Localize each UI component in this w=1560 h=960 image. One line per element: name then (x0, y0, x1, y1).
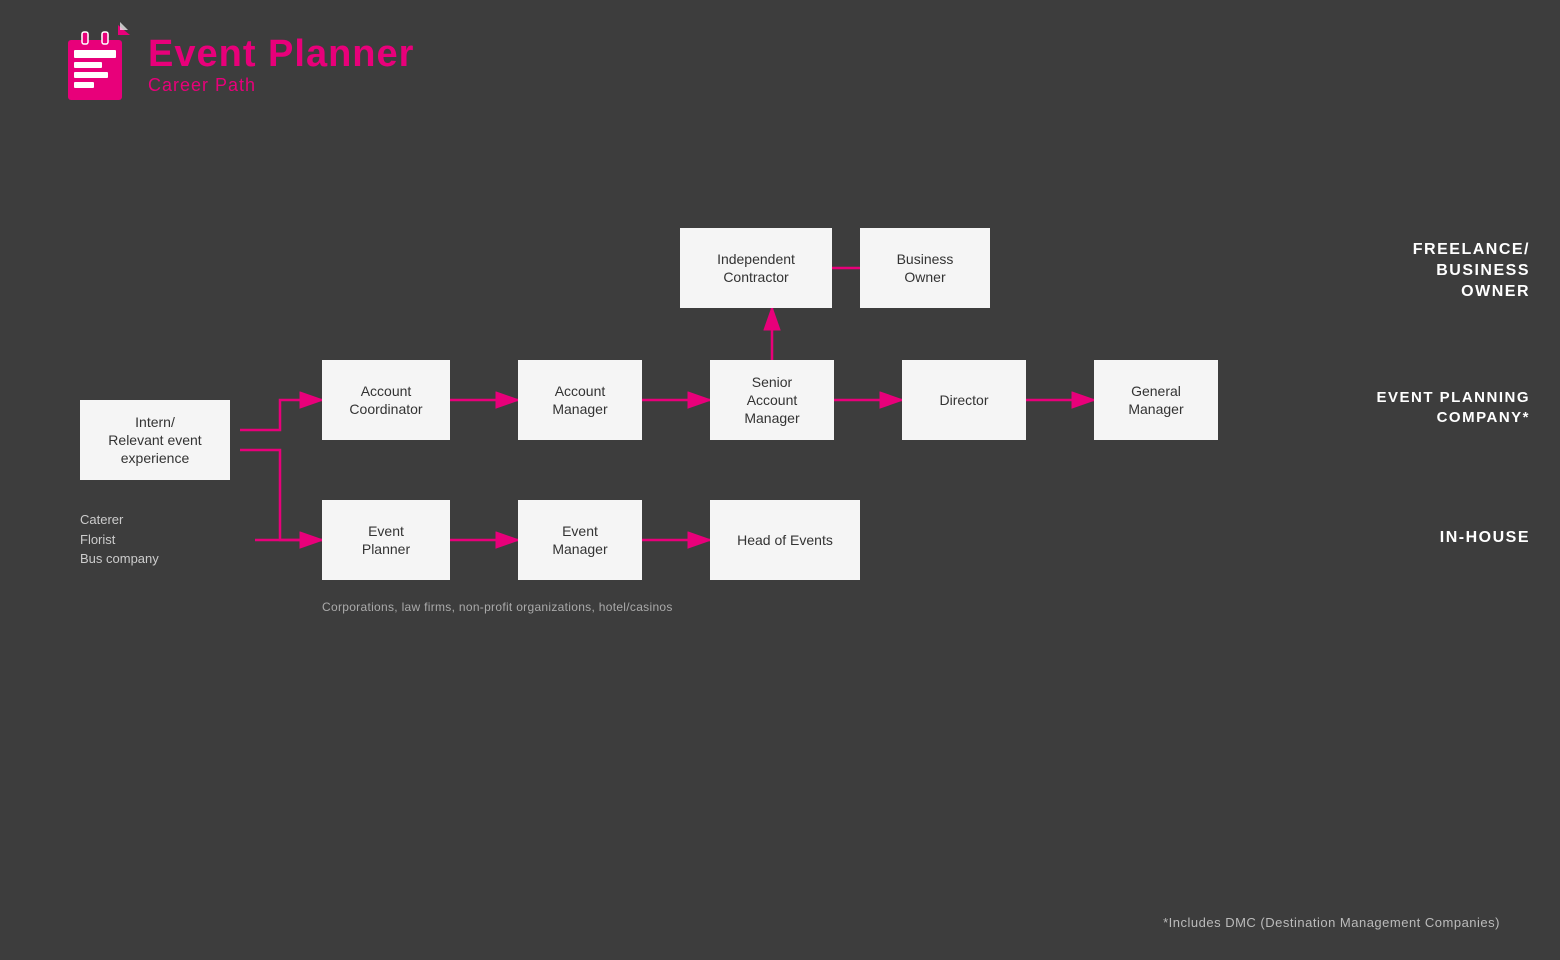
box-intern: Intern/Relevant eventexperience (80, 400, 230, 480)
box-director: Director (902, 360, 1026, 440)
box-event-planner: EventPlanner (322, 500, 450, 580)
caterer-text: CatererFloristBus company (80, 510, 159, 569)
page-title: Event Planner (148, 34, 414, 76)
logo-icon (60, 20, 130, 110)
box-business-owner: BusinessOwner (860, 228, 990, 308)
footnote: *Includes DMC (Destination Management Co… (1163, 915, 1500, 930)
header: Event Planner Career Path (60, 20, 414, 110)
box-account-manager: AccountManager (518, 360, 642, 440)
box-head-of-events: Head of Events (710, 500, 860, 580)
box-general-manager: GeneralManager (1094, 360, 1218, 440)
category-event-planning: EVENT PLANNINGCOMPANY* (1376, 388, 1530, 427)
category-freelance: FREELANCE/BUSINESSOWNER (1413, 240, 1530, 302)
page-subtitle: Career Path (148, 75, 414, 96)
box-account-coordinator: AccountCoordinator (322, 360, 450, 440)
box-independent-contractor: IndependentContractor (680, 228, 832, 308)
header-text: Event Planner Career Path (148, 34, 414, 97)
diagram: IndependentContractor BusinessOwner Acco… (0, 160, 1560, 860)
corporations-note: Corporations, law firms, non-profit orga… (322, 600, 673, 614)
category-in-house: IN-HOUSE (1440, 528, 1530, 549)
box-event-manager: EventManager (518, 500, 642, 580)
box-senior-account-manager: SeniorAccountManager (710, 360, 834, 440)
